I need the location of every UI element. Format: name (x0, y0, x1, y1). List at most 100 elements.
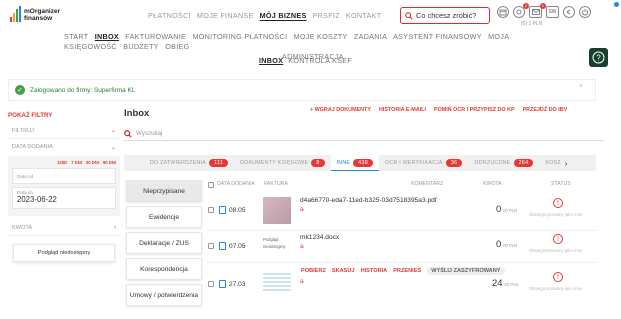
row-date: 27.03 (229, 281, 246, 288)
row-status: Skategoryzowany jako inne (529, 212, 583, 217)
table-row[interactable]: 08.05 d4a66770-eda7-11ed-b325-03d7518395… (207, 194, 597, 228)
status-warning-icon: ! (553, 272, 563, 282)
topnav-payments[interactable]: PŁATNOŚCI (148, 11, 191, 20)
count-badge: 264 (513, 159, 534, 167)
tab-label: INNE (336, 159, 351, 166)
page-title: Inbox (124, 108, 150, 119)
topnav-my-finances[interactable]: MOJE FINANSE (197, 11, 254, 20)
row-link[interactable]: a (300, 206, 304, 213)
type-declarations[interactable]: Deklaracje / ZUS (126, 232, 202, 254)
email-history-button[interactable]: HISTORIA E-MAILI (379, 107, 426, 113)
status-warning-icon: ! (553, 198, 563, 208)
date-filter-box: 325D 7 DNI 30 DNI 90 DNI Data od Data do… (8, 156, 120, 216)
row-date: 07.05 (229, 243, 246, 250)
subnav-inbox[interactable]: INBOX (95, 32, 119, 41)
send-encrypted-button[interactable]: WYŚLIJ ZASZYFROWANY (427, 267, 505, 275)
subnav-invoicing[interactable]: FAKTUROWANIE (125, 32, 186, 41)
subnav-my-costs[interactable]: MOJE KOSZTY (294, 32, 348, 41)
inbox-search-input[interactable]: Wyszukaj (124, 127, 604, 141)
move-button[interactable]: PRZENIEŚ (393, 268, 421, 274)
topnav-prsfiz[interactable]: PRSFIZ (313, 11, 340, 20)
subnav-financial-assistant[interactable]: ASYSTENT FINANSOWY (393, 32, 482, 41)
settings-icon[interactable]: 2 (513, 3, 529, 18)
subnav-start[interactable]: START (64, 32, 88, 41)
range-30d[interactable]: 30 DNI (86, 160, 99, 165)
tab-inbox[interactable]: INBOX (259, 56, 283, 65)
table-row[interactable]: 07.05 Podgląd niedostępny mk1234.docx a … (207, 232, 597, 260)
row-link[interactable]: a (300, 243, 304, 250)
subnav-workflow[interactable]: OBIEG (165, 42, 189, 51)
preview-unavailable-button[interactable]: Podgląd niedostępny (13, 244, 115, 262)
date-from-placeholder: Data od (17, 173, 34, 179)
tab-trash[interactable]: KOSZ (539, 155, 562, 171)
row-checkbox[interactable] (208, 243, 214, 251)
tab-ksef-control[interactable]: KONTROLA KSEF (288, 56, 352, 65)
tab-ocr-verification[interactable]: OCR I WERYFIKACJA 36 (379, 155, 468, 171)
delete-button[interactable]: SKASUJ (332, 268, 355, 274)
show-filters-link[interactable]: POKAŻ FILTRY (8, 112, 120, 119)
download-button[interactable]: POBIERZ (301, 268, 326, 274)
header-icons: 2 1 SW (497, 3, 591, 18)
date-added-dropdown[interactable]: DATA DODANIA ⌄ (8, 139, 120, 155)
subnav-tasks[interactable]: ZADANIA (354, 32, 387, 41)
col-date[interactable]: DATA DODANIA (217, 181, 255, 187)
brand-logo[interactable]: mOrganizer finansów (10, 6, 60, 22)
mail-icon[interactable]: 1 (529, 3, 546, 18)
tab-rejected[interactable]: ODRZUCONE 264 (468, 155, 539, 171)
row-link[interactable]: a (300, 278, 304, 285)
row-filename[interactable]: d4a66770-eda7-11ed-b325-03d7518395a3.pdf (300, 197, 437, 204)
tab-to-approve[interactable]: DO ZATWIERDZENIA 111 (124, 155, 234, 171)
row-status: Skategoryzowany jako inne (529, 286, 583, 291)
subnav-budgets[interactable]: BUDŻETY (123, 42, 159, 51)
help-button[interactable]: ? (589, 48, 608, 67)
history-button[interactable]: HISTORIA (361, 268, 388, 274)
row-date: 08.05 (229, 207, 246, 214)
upload-documents-button[interactable]: + WGRAJ DOKUMENTY (310, 107, 371, 113)
brand-name-line1: mOrganizer (24, 8, 61, 15)
filter-dropdown[interactable]: FILTRUJ ⌄ (8, 123, 120, 139)
range-7d[interactable]: 7 DNI (71, 160, 82, 165)
row-checkbox[interactable] (208, 207, 214, 215)
inbox-actions: + WGRAJ DOKUMENTY HISTORIA E-MAILI POMIŃ… (310, 107, 567, 113)
table-row[interactable]: 27.03 POBIERZ SKASUJ HISTORIA PRZENIEŚ W… (207, 264, 597, 298)
type-unassigned[interactable]: Nieprzypisane (126, 180, 202, 202)
check-icon: ✓ (15, 85, 25, 95)
type-correspondence[interactable]: Korespondencja (126, 258, 202, 280)
skip-ocr-button[interactable]: POMIŃ OCR I PRZYPISZ DO KP (434, 107, 515, 113)
calendar-icon[interactable] (497, 6, 509, 18)
count-badge: 111 (209, 159, 229, 167)
chevron-right-icon[interactable]: › (563, 155, 570, 171)
row-checkbox[interactable] (208, 281, 214, 289)
inbox-search-placeholder: Wyszukaj (136, 130, 163, 137)
arrow-icon[interactable] (563, 6, 575, 18)
topnav-my-business[interactable]: MÓJ BIZNES (260, 11, 307, 20)
row-filename[interactable]: mk1234.docx (300, 234, 339, 241)
range-90d[interactable]: 90 DNI (103, 160, 116, 165)
go-to-ibv-button[interactable]: PRZEJDŹ DO IBV (523, 107, 568, 113)
count-badge: 8 (311, 159, 325, 167)
row-preview-unavailable: Podgląd niedostępny (263, 237, 286, 249)
document-thumbnail[interactable] (263, 273, 291, 291)
row-divider (207, 262, 597, 263)
alert-close-button[interactable]: × (579, 83, 583, 90)
amount-dropdown[interactable]: KWOTA › (8, 220, 120, 236)
tab-accounting-docs[interactable]: DOKUMENTY KSIĘGOWE 8 (234, 155, 330, 171)
tab-other[interactable]: INNE 438 (330, 155, 380, 171)
range-325d[interactable]: 325D (57, 160, 67, 165)
document-thumbnail[interactable] (263, 197, 291, 224)
subnav-payment-monitoring[interactable]: MONITORING PŁATNOŚCI (192, 32, 287, 41)
col-invoice[interactable]: FAKTURA (264, 181, 288, 187)
user-switch-button[interactable]: SW (546, 6, 559, 18)
row-amount: 0 00 PLN (496, 239, 517, 250)
type-contracts[interactable]: Umowy / potwierdzenia (126, 284, 202, 306)
topnav-contact[interactable]: KONTAKT (346, 11, 382, 20)
type-records[interactable]: Ewidencje (126, 206, 202, 228)
col-amount[interactable]: KWOTA (483, 181, 502, 187)
date-to-field[interactable]: Data do 2023-06-22 (12, 187, 116, 209)
power-icon[interactable] (579, 6, 591, 18)
amount-value: 0 (496, 239, 502, 250)
date-from-field[interactable]: Data od (12, 168, 116, 184)
global-search-input[interactable]: Co chcesz zrobić? (400, 7, 490, 24)
amount-value: 0 (496, 204, 502, 215)
currency: 00 PLN (503, 208, 518, 213)
